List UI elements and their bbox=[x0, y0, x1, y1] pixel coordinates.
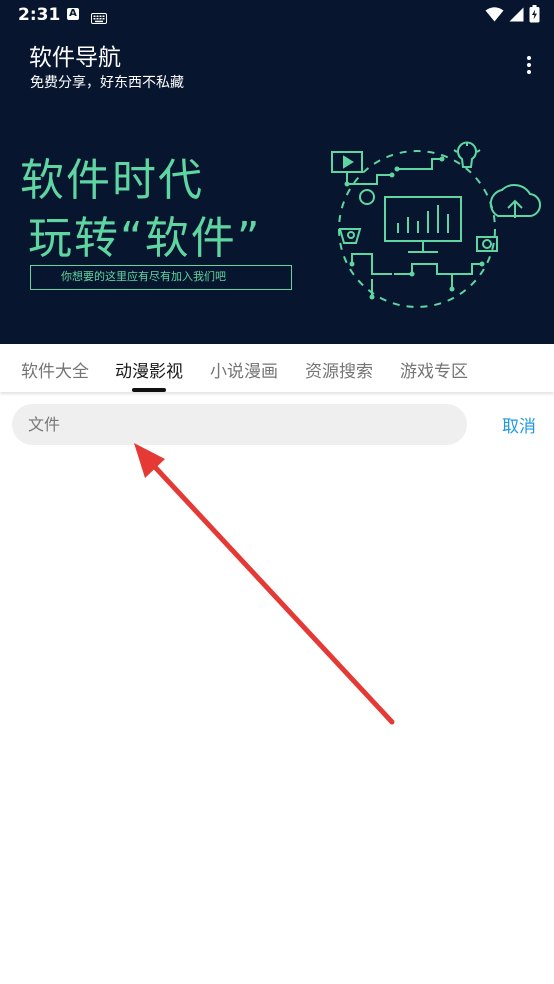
annotation-arrow-icon bbox=[134, 443, 395, 725]
